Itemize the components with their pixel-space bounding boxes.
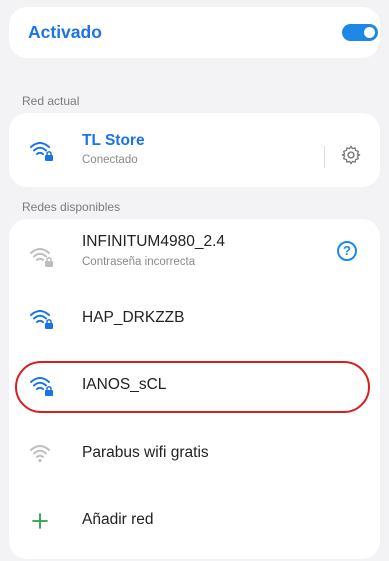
wifi-lock-icon	[30, 248, 53, 267]
current-network-row[interactable]: TL Store Conectado	[9, 120, 380, 180]
current-network-label: Red actual	[22, 94, 80, 108]
current-network-card: TL Store Conectado	[9, 113, 380, 187]
current-network-status: Conectado	[82, 154, 138, 166]
wifi-lock-icon	[30, 142, 53, 161]
network-name: HAP_DRKZZB	[82, 309, 185, 326]
plus-icon	[32, 513, 48, 529]
add-network-row[interactable]: Añadir red	[9, 491, 380, 551]
wifi-toggle-label: Activado	[28, 22, 102, 42]
wifi-toggle-card[interactable]: Activado	[9, 7, 380, 58]
network-status: Contraseña incorrecta	[82, 256, 196, 268]
network-name: INFINITUM4980_2.4	[82, 233, 225, 250]
network-row[interactable]: INFINITUM4980_2.4 Contraseña incorrecta …	[9, 219, 380, 279]
highlight-circle	[15, 361, 370, 413]
network-name: Parabus wifi gratis	[82, 444, 209, 461]
wifi-lock-icon	[30, 310, 53, 329]
network-row[interactable]: HAP_DRKZZB	[9, 289, 380, 349]
wifi-switch[interactable]	[342, 24, 378, 41]
add-network-label: Añadir red	[82, 511, 154, 528]
available-networks-label: Redes disponibles	[22, 200, 121, 214]
switch-knob	[364, 27, 375, 38]
current-network-name: TL Store	[82, 132, 145, 149]
wifi-icon	[30, 445, 50, 463]
help-icon[interactable]: ?	[337, 241, 357, 261]
divider	[324, 146, 325, 168]
gear-icon[interactable]	[340, 144, 362, 166]
network-row[interactable]: Parabus wifi gratis	[9, 424, 380, 484]
